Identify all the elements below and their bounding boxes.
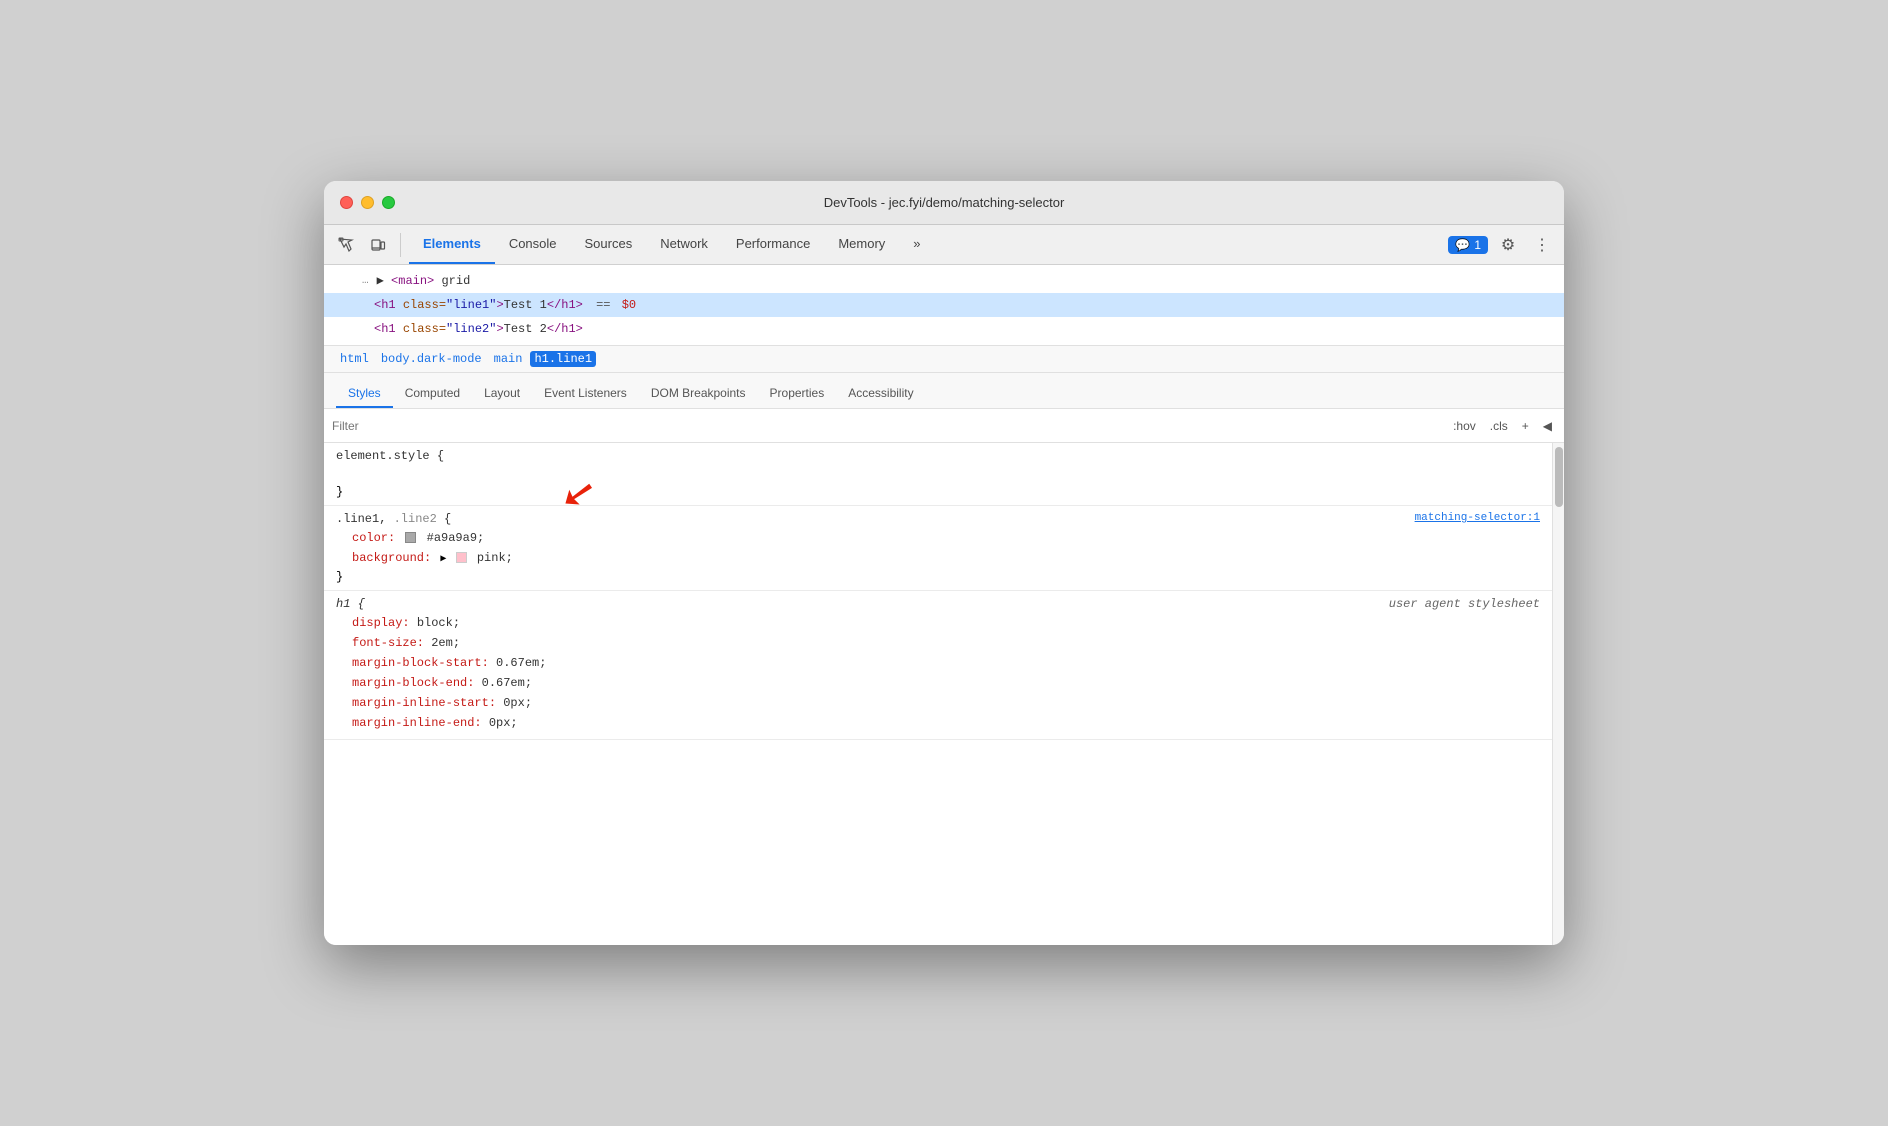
filter-bar: :hov .cls + ◀ <box>324 409 1564 443</box>
toolbar-tabs: Elements Console Sources Network Perform… <box>409 225 935 264</box>
css-prop-color: color: #a9a9a9; <box>336 528 1540 548</box>
tab-computed[interactable]: Computed <box>393 380 472 408</box>
css-prop-background: background: ▶ pink; <box>336 548 1540 570</box>
dom-area: … ▶ <main> grid <h1 class="line1">Test 1… <box>324 265 1564 346</box>
tab-accessibility[interactable]: Accessibility <box>836 380 925 408</box>
dom-line-selected[interactable]: <h1 class="line1">Test 1</h1> == $0 <box>324 293 1564 317</box>
breadcrumb-h1[interactable]: h1.line1 <box>530 351 596 367</box>
rule-selector: element.style { <box>336 449 444 463</box>
tab-network[interactable]: Network <box>646 225 722 264</box>
dom-dots: … <box>354 271 369 291</box>
styles-content: element.style { } ➘ .line1, .line2 { <box>324 443 1552 945</box>
css-line <box>336 465 1540 485</box>
more-options-button[interactable]: ⋮ <box>1528 231 1556 259</box>
rule-header-3: h1 { user agent stylesheet <box>336 597 1540 611</box>
css-prop-margin-block-start: margin-block-start: 0.67em; <box>336 653 1540 673</box>
device-toolbar-button[interactable] <box>364 231 392 259</box>
style-rule-element: element.style { } ➘ <box>324 443 1552 506</box>
style-rule-line1-line2: .line1, .line2 { matching-selector:1 col… <box>324 506 1552 591</box>
maximize-button[interactable] <box>382 196 395 209</box>
chat-badge[interactable]: 💬 1 <box>1448 236 1488 254</box>
panel-with-scroll: element.style { } ➘ .line1, .line2 { <box>324 443 1564 945</box>
settings-button[interactable]: ⚙ <box>1494 231 1522 259</box>
tab-memory[interactable]: Memory <box>824 225 899 264</box>
rule-header-2: .line1, .line2 { matching-selector:1 <box>336 512 1540 526</box>
toolbar-right: 💬 1 ⚙ ⋮ <box>1448 231 1556 259</box>
tab-console[interactable]: Console <box>495 225 571 264</box>
tab-layout[interactable]: Layout <box>472 380 532 408</box>
rule-close-2: } <box>336 570 1540 584</box>
devtools-toolbar: Elements Console Sources Network Perform… <box>324 225 1564 265</box>
toggle-sidebar-button[interactable]: ◀ <box>1539 417 1556 435</box>
breadcrumb-bar: html body.dark-mode main h1.line1 <box>324 346 1564 373</box>
rule-selector-2: .line1, .line2 { <box>336 512 451 526</box>
filter-actions: :hov .cls + ◀ <box>1449 417 1556 435</box>
css-prop-margin-inline-start: margin-inline-start: 0px; <box>336 693 1540 713</box>
toolbar-separator <box>400 233 401 257</box>
tab-sources[interactable]: Sources <box>571 225 647 264</box>
breadcrumb-body[interactable]: body.dark-mode <box>377 351 486 367</box>
rule-selector-3: h1 { <box>336 597 365 611</box>
titlebar: DevTools - jec.fyi/demo/matching-selecto… <box>324 181 1564 225</box>
elements-panel: … ▶ <main> grid <h1 class="line1">Test 1… <box>324 265 1564 945</box>
cls-button[interactable]: .cls <box>1486 417 1512 435</box>
css-prop-font-size: font-size: 2em; <box>336 633 1540 653</box>
tab-elements[interactable]: Elements <box>409 225 495 264</box>
user-agent-label: user agent stylesheet <box>1389 597 1540 611</box>
tab-event-listeners[interactable]: Event Listeners <box>532 380 639 408</box>
tab-dom-breakpoints[interactable]: DOM Breakpoints <box>639 380 758 408</box>
scrollbar[interactable] <box>1552 443 1564 945</box>
scrollbar-thumb[interactable] <box>1555 447 1563 507</box>
add-style-button[interactable]: + <box>1518 417 1533 435</box>
chat-count: 1 <box>1474 238 1481 252</box>
filter-input[interactable] <box>332 419 1449 433</box>
window-title: DevTools - jec.fyi/demo/matching-selecto… <box>824 195 1065 210</box>
tab-more[interactable]: » <box>899 225 934 264</box>
style-rule-h1: h1 { user agent stylesheet display: bloc… <box>324 591 1552 740</box>
css-prop-margin-block-end: margin-block-end: 0.67em; <box>336 673 1540 693</box>
minimize-button[interactable] <box>361 196 374 209</box>
traffic-lights <box>340 196 395 209</box>
rule-header: element.style { <box>336 449 1540 463</box>
rule-source-2[interactable]: matching-selector:1 <box>1415 512 1540 524</box>
tab-properties[interactable]: Properties <box>758 380 837 408</box>
hov-button[interactable]: :hov <box>1449 417 1480 435</box>
inspect-element-button[interactable] <box>332 231 360 259</box>
css-prop-display: display: block; <box>336 613 1540 633</box>
devtools-content: … ▶ <main> grid <h1 class="line1">Test 1… <box>324 265 1564 945</box>
css-prop-margin-inline-end: margin-inline-end: 0px; <box>336 713 1540 733</box>
styles-tabs: Styles Computed Layout Event Listeners D… <box>324 373 1564 409</box>
rule-close: } <box>336 485 1540 499</box>
tab-styles[interactable]: Styles <box>336 380 393 408</box>
breadcrumb-main[interactable]: main <box>490 351 527 367</box>
chat-icon: 💬 <box>1455 238 1470 252</box>
dom-line[interactable]: … ▶ <main> grid <box>324 269 1564 293</box>
tab-performance[interactable]: Performance <box>722 225 824 264</box>
devtools-window: DevTools - jec.fyi/demo/matching-selecto… <box>324 181 1564 945</box>
dom-line[interactable]: <h1 class="line2">Test 2</h1> <box>324 317 1564 341</box>
close-button[interactable] <box>340 196 353 209</box>
breadcrumb-html[interactable]: html <box>336 351 373 367</box>
